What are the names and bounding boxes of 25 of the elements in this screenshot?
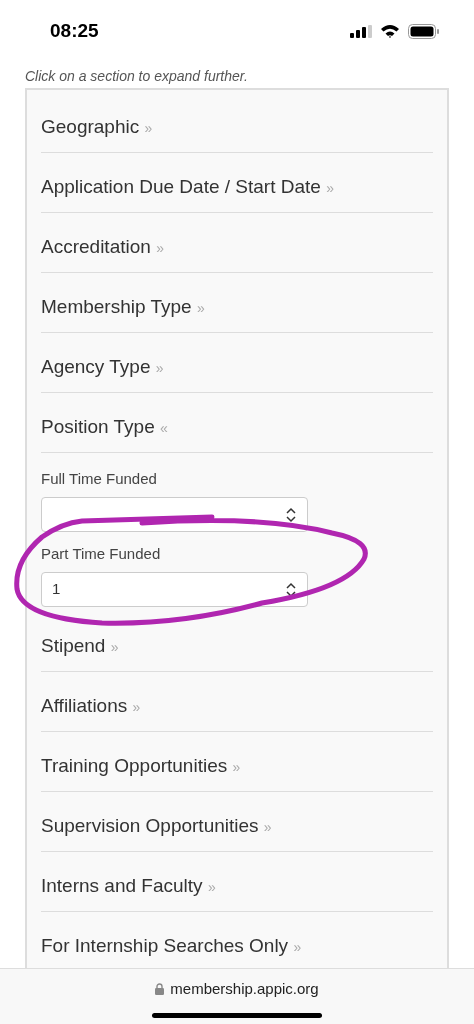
url-text[interactable]: membership.appic.org	[170, 978, 319, 1001]
section-header[interactable]: Stipend »	[41, 634, 119, 659]
battery-icon	[408, 23, 440, 39]
section-header[interactable]: Training Opportunities »	[41, 754, 241, 779]
section-header[interactable]: Position Type «	[41, 415, 168, 440]
status-time: 08:25	[50, 18, 99, 43]
section-header[interactable]: Geographic »	[41, 115, 153, 140]
field-label: Part Time Funded	[41, 545, 162, 563]
section-header[interactable]: Supervision Opportunities »	[41, 814, 272, 839]
signal-icon	[350, 24, 372, 38]
section-header[interactable]: Affiliations »	[41, 694, 141, 719]
section-header[interactable]: Accreditation »	[41, 235, 164, 260]
section-header[interactable]: Application Due Date / Start Date »	[41, 175, 334, 200]
section-header[interactable]: Agency Type »	[41, 355, 164, 380]
updown-chevron-icon	[285, 506, 297, 523]
hint-text: Click on a section to expand further.	[25, 67, 249, 86]
select-value: 1	[52, 579, 61, 600]
lock-icon	[155, 983, 165, 996]
updown-chevron-icon	[285, 581, 297, 598]
field-label: Full Time Funded	[41, 470, 158, 488]
section-header[interactable]: Membership Type »	[41, 295, 205, 320]
wifi-icon	[380, 24, 400, 38]
section-header[interactable]: Interns and Faculty »	[41, 874, 216, 899]
select-field[interactable]: 1	[41, 572, 308, 607]
section-header[interactable]: For Internship Searches Only »	[41, 934, 302, 959]
